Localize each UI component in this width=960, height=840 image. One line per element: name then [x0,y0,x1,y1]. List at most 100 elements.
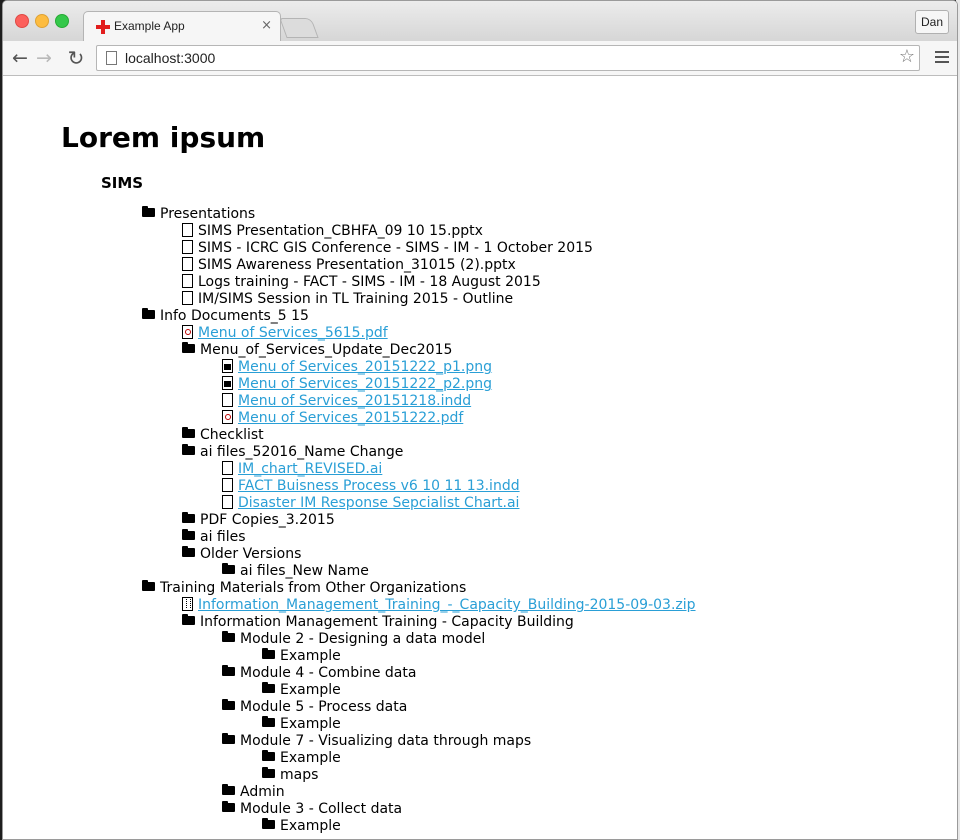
file-link[interactable]: Menu of Services_20151222_p1.png [238,359,492,375]
folder-icon [222,630,235,642]
folder-item: Example [262,715,341,733]
file-item[interactable]: Menu of Services_20151222.pdf [222,410,463,427]
file-link[interactable]: Menu of Services_20151222_p2.png [238,376,492,392]
file-item: SIMS Awareness Presentation_31015 (2).pp… [182,257,516,274]
folder-label: Info Documents_5 15 [160,308,309,324]
folder-label: Module 3 - Collect data [240,801,403,817]
file-item: SIMS Presentation_CBHFA_09 10 15.pptx [182,223,483,240]
folder-item: Module 7 - Visualizing data through maps [222,732,531,750]
file-item[interactable]: Information_Management_Training_-_Capaci… [182,597,696,614]
folder-item: Menu_of_Services_Update_Dec2015 [182,341,453,359]
url-text[interactable]: localhost:3000 [125,50,215,66]
folder-icon [262,715,275,727]
folder-label: Training Materials from Other Organizati… [160,580,467,596]
browser-toolbar: ← → ↻ localhost:3000 ☆ [3,41,957,76]
file-icon [182,240,193,254]
folder-icon [182,528,195,540]
zip-file-icon [182,597,193,611]
file-label: SIMS Awareness Presentation_31015 (2).pp… [198,257,516,273]
file-icon [222,495,233,509]
title-bar: Example App × Dan [3,1,957,42]
file-item: Logs training - FACT - SIMS - IM - 18 Au… [182,274,541,291]
folder-item: ai files [182,528,246,546]
file-link[interactable]: Menu of Services_20151222.pdf [238,410,463,426]
folder-item: Example [262,681,341,699]
folder-icon [182,443,195,455]
folder-item: Older Versions [182,545,302,563]
folder-item: maps [262,766,318,784]
file-icon [182,257,193,271]
folder-icon [222,664,235,676]
image-file-icon [222,376,233,390]
close-window-button[interactable] [15,14,29,28]
folder-label: ai files_New Name [240,563,369,579]
folder-icon [222,562,235,574]
file-link[interactable]: Disaster IM Response Sepcialist Chart.ai [238,495,519,511]
tab-title: Example App [114,19,185,33]
folder-icon [222,783,235,795]
folder-icon [142,579,155,591]
file-item[interactable]: Menu of Services_20151218.indd [222,393,471,410]
folder-item: Checklist [182,426,264,444]
file-item[interactable]: IM_chart_REVISED.ai [222,461,382,478]
pdf-file-icon [182,325,193,339]
folder-item: Module 5 - Process data [222,698,408,716]
new-tab-button[interactable] [279,18,319,38]
address-bar[interactable]: localhost:3000 ☆ [96,45,920,71]
folder-label: Example [280,818,341,834]
folder-icon [262,817,275,829]
folder-icon [262,647,275,659]
reload-icon[interactable]: ↻ [65,47,87,69]
folder-item: PDF Copies_3.2015 [182,511,335,529]
bookmark-star-icon[interactable]: ☆ [899,46,915,67]
file-icon [222,393,233,407]
folder-icon [262,681,275,693]
image-file-icon [222,359,233,373]
maximize-window-button[interactable] [55,14,69,28]
file-item: SIMS - ICRC GIS Conference - SIMS - IM -… [182,240,593,257]
tab-close-icon[interactable]: × [261,18,272,33]
forward-arrow-icon[interactable]: → [33,47,55,69]
pdf-file-icon [222,410,233,424]
file-item[interactable]: Menu of Services_20151222_p2.png [222,376,492,393]
folder-item: Info Documents_5 15 [142,307,309,325]
file-icon [222,461,233,475]
folder-label: Example [280,716,341,732]
file-icon [182,291,193,305]
profile-button[interactable]: Dan [915,10,949,34]
back-arrow-icon[interactable]: ← [9,47,31,69]
file-item[interactable]: Menu of Services_20151222_p1.png [222,359,492,376]
folder-icon [222,698,235,710]
file-label: SIMS Presentation_CBHFA_09 10 15.pptx [198,223,483,239]
folder-label: Example [280,682,341,698]
folder-icon [142,205,155,217]
folder-label: Example [280,648,341,664]
folder-label: Menu_of_Services_Update_Dec2015 [200,342,453,358]
section-heading: SIMS [101,174,144,192]
file-item[interactable]: FACT Buisness Process v6 10 11 13.indd [222,478,520,495]
folder-label: Presentations [160,206,256,222]
folder-label: Admin [240,784,285,800]
file-item[interactable]: Menu of Services_5615.pdf [182,325,388,342]
folder-label: Example [280,750,341,766]
browser-tab[interactable]: Example App × [83,11,281,42]
folder-label: ai files [200,529,246,545]
folder-icon [182,341,195,353]
folder-item: ai files_New Name [222,562,369,580]
folder-icon [222,800,235,812]
menu-icon[interactable] [935,48,949,68]
file-link[interactable]: Menu of Services_20151218.indd [238,393,471,409]
file-item[interactable]: Disaster IM Response Sepcialist Chart.ai [222,495,519,512]
file-link[interactable]: FACT Buisness Process v6 10 11 13.indd [238,478,520,494]
folder-icon [262,766,275,778]
minimize-window-button[interactable] [35,14,49,28]
file-link[interactable]: Information_Management_Training_-_Capaci… [198,597,696,613]
folder-item: Presentations [142,205,256,223]
file-link[interactable]: Menu of Services_5615.pdf [198,325,388,341]
browser-window: Example App × Dan ← → ↻ localhost:3000 ☆… [2,0,958,840]
file-link[interactable]: IM_chart_REVISED.ai [238,461,382,477]
folder-label: Older Versions [200,546,302,562]
folder-label: Checklist [200,427,264,443]
folder-label: ai files_52016_Name Change [200,444,404,460]
folder-label: Module 5 - Process data [240,699,408,715]
